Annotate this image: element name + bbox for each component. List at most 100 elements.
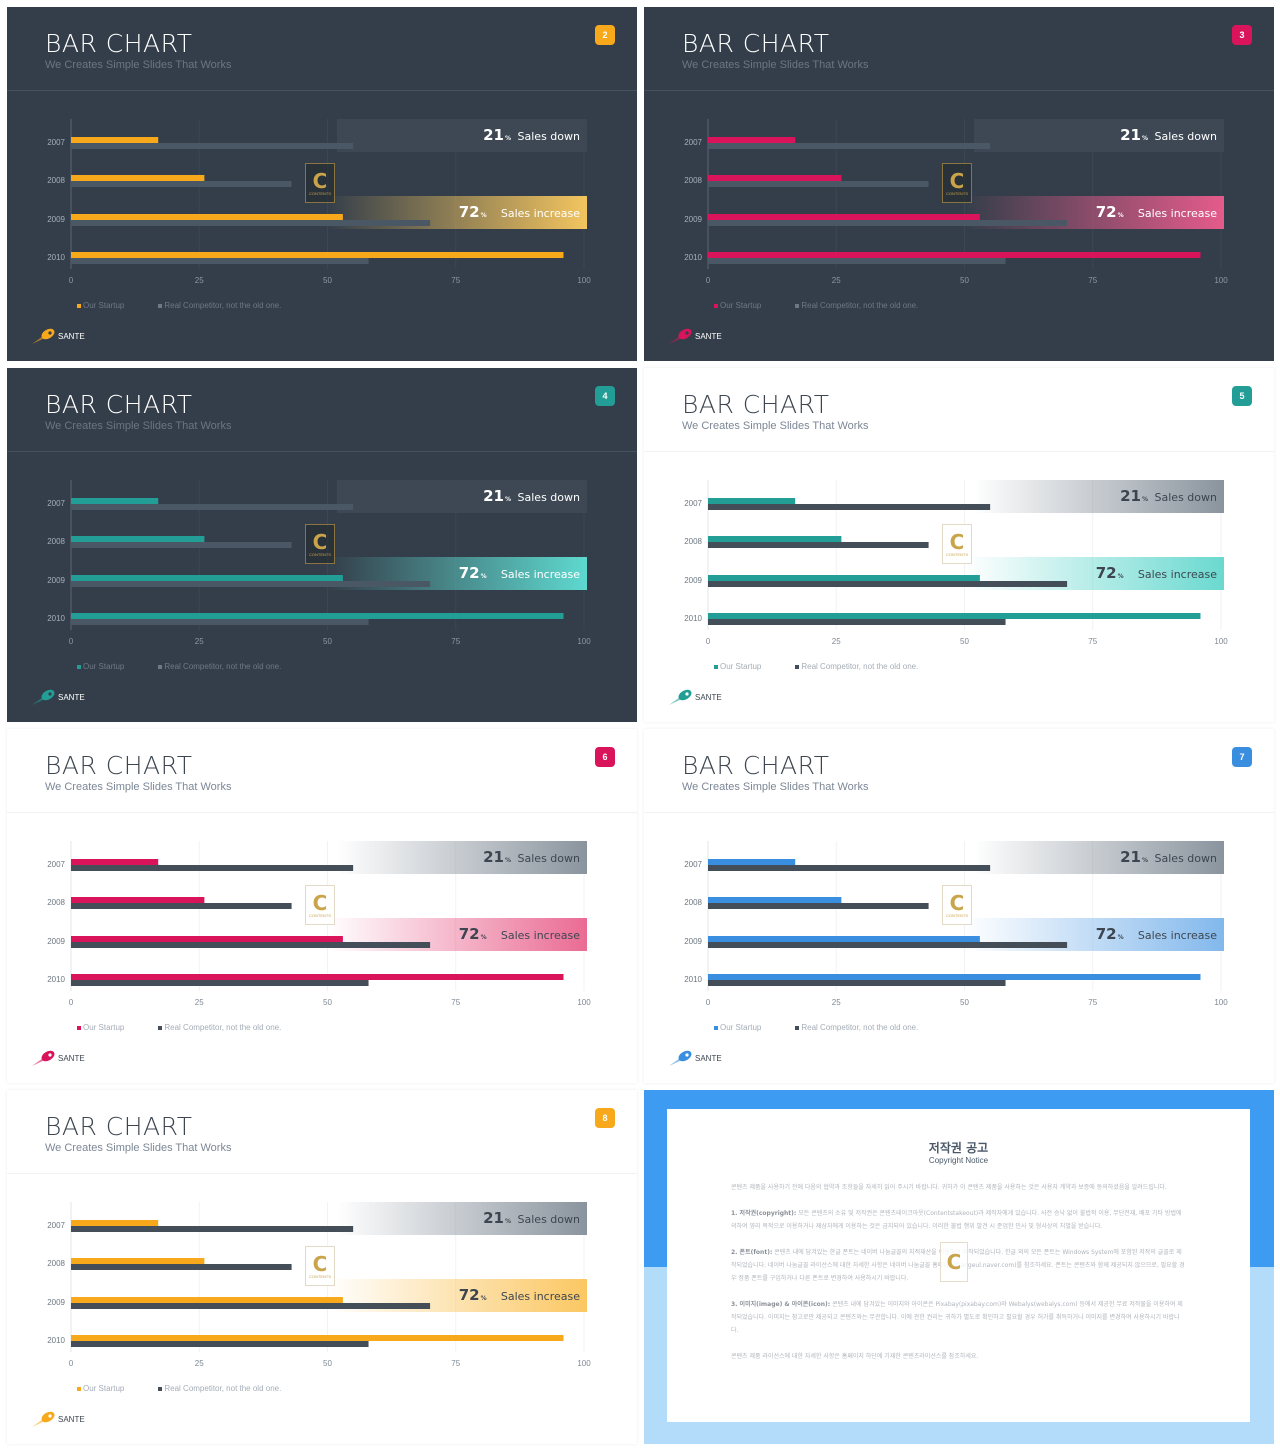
annotation-label: Sales down xyxy=(518,130,580,143)
annotation-unit: % xyxy=(505,135,511,142)
x-tick-label: 100 xyxy=(577,637,591,646)
legend-item: Real Competitor, not the old one. xyxy=(795,301,918,310)
watermark-logo: C CONTENTS xyxy=(942,163,972,203)
chart-legend: Our Startup Real Competitor, not the old … xyxy=(77,1384,281,1393)
bar-our-startup xyxy=(708,936,980,942)
copyright-subtitle: Copyright Notice xyxy=(928,1156,989,1165)
annotation-unit: % xyxy=(481,212,487,219)
legend-label: Our Startup xyxy=(83,301,125,310)
section-text: 모든 콘텐츠의 소유 및 저작권은 콘텐츠테이크아웃(Contentstakeo… xyxy=(731,1210,1182,1230)
y-category-label: 2009 xyxy=(47,576,65,585)
bar-our-startup xyxy=(71,897,205,903)
legend-swatch xyxy=(795,664,800,669)
y-category-label: 2007 xyxy=(684,499,702,508)
brand-logo: SANTE xyxy=(31,1049,85,1067)
annotation-value: 21 xyxy=(483,126,504,144)
bar-real-competitor xyxy=(708,980,1006,986)
x-tick-label: 0 xyxy=(706,637,711,646)
watermark-logo: C CONTENTS xyxy=(305,163,335,203)
bar-real-competitor xyxy=(71,258,369,264)
legend-label: Real Competitor, not the old one. xyxy=(164,1023,282,1032)
x-tick-label: 50 xyxy=(960,998,969,1007)
watermark-logo: C CONTENTS xyxy=(942,524,972,564)
legend-swatch xyxy=(77,664,81,669)
bar-real-competitor xyxy=(708,581,1068,587)
legend-item: Real Competitor, not the old one. xyxy=(158,662,281,671)
legend-swatch xyxy=(714,1025,718,1030)
chart-legend: Our Startup Real Competitor, not the old … xyxy=(77,662,281,671)
annotation-unit: % xyxy=(1142,857,1148,864)
annotation-unit: % xyxy=(1142,135,1148,142)
brand-name: SANTE xyxy=(58,692,85,702)
bar-real-competitor xyxy=(71,220,431,226)
y-category-label: 2008 xyxy=(684,176,702,185)
annotation-value: 72 xyxy=(459,925,480,943)
bar-real-competitor xyxy=(708,942,1068,948)
bar-real-competitor xyxy=(71,504,354,510)
bar-real-competitor xyxy=(71,542,292,548)
copyright-slide: 저작권 공고 Copyright Notice 콘텐츠 제품을 사용하기 전에 … xyxy=(644,1090,1274,1444)
bar-our-startup xyxy=(71,498,159,504)
y-category-label: 2010 xyxy=(684,975,702,984)
y-category-label: 2008 xyxy=(47,537,65,546)
watermark-text: CONTENTS xyxy=(309,551,331,557)
y-category-label: 2009 xyxy=(47,215,65,224)
legend-label: Real Competitor, not the old one. xyxy=(164,301,282,310)
bar-real-competitor xyxy=(708,865,991,871)
bar-our-startup xyxy=(71,1335,564,1341)
watermark-logo: C CONTENTS xyxy=(942,885,972,925)
brand-logo: SANTE xyxy=(668,327,722,345)
watermark-text: CONTENTS xyxy=(309,190,331,196)
x-tick-label: 25 xyxy=(832,998,841,1007)
annotation-label: Sales increase xyxy=(501,929,580,942)
slide: BAR CHART We Creates Simple Slides That W… xyxy=(7,729,637,1083)
legend-label: Real Competitor, not the old one. xyxy=(801,662,919,671)
annotation-unit: % xyxy=(1118,934,1124,941)
legend-label: Our Startup xyxy=(720,1023,762,1032)
copyright-section: 3. 이미지(image) & 아이콘(icon): 콘텐츠 내에 담겨있는 이… xyxy=(731,1298,1186,1337)
bar-our-startup xyxy=(708,137,796,143)
x-tick-label: 0 xyxy=(69,998,74,1007)
x-tick-label: 100 xyxy=(577,276,591,285)
legend-item: Real Competitor, not the old one. xyxy=(795,1023,918,1032)
bar-our-startup xyxy=(71,1220,159,1226)
annotation-value: 72 xyxy=(459,564,480,582)
section-head: 2. 폰트(font): xyxy=(731,1249,773,1256)
bar-our-startup xyxy=(708,974,1201,980)
watermark-logo: C CONTENTS xyxy=(305,1246,335,1286)
legend-label: Our Startup xyxy=(83,662,125,671)
annotation-label: Sales down xyxy=(1155,491,1217,504)
legend-swatch xyxy=(795,1025,800,1030)
copyright-card: 저작권 공고 Copyright Notice 콘텐츠 제품을 사용하기 전에 … xyxy=(667,1109,1250,1422)
annotation-unit: % xyxy=(481,573,487,580)
legend-label: Real Competitor, not the old one. xyxy=(164,1384,282,1393)
bar-real-competitor xyxy=(708,258,1006,264)
x-tick-label: 0 xyxy=(69,637,74,646)
annotation-value: 21 xyxy=(1120,487,1141,505)
y-category-label: 2010 xyxy=(47,253,65,262)
bar-real-competitor xyxy=(708,220,1068,226)
x-tick-label: 50 xyxy=(323,276,332,285)
rocket-icon xyxy=(32,1411,55,1427)
watermark-letter: C xyxy=(312,1251,328,1276)
bar-real-competitor xyxy=(71,1341,369,1347)
rocket-icon xyxy=(32,1050,55,1066)
bar-real-competitor xyxy=(71,1264,292,1270)
bar-our-startup xyxy=(71,175,205,181)
watermark-letter: C xyxy=(946,1250,962,1274)
watermark-logo: C xyxy=(940,1242,968,1282)
bar-our-startup xyxy=(71,137,159,143)
legend-swatch xyxy=(77,1386,81,1391)
bar-our-startup xyxy=(71,1258,205,1264)
annotation-label: Sales increase xyxy=(501,1290,580,1303)
x-tick-label: 0 xyxy=(69,1359,74,1368)
watermark-text: CONTENTS xyxy=(946,190,968,196)
bar-our-startup xyxy=(71,575,343,581)
bar-our-startup xyxy=(708,897,842,903)
legend-swatch xyxy=(77,1025,81,1030)
copyright-footer: 콘텐츠 제품 라이선스에 대한 자세한 사항은 홈페이지 하단에 기재한 콘텐츠… xyxy=(731,1353,979,1360)
x-tick-label: 0 xyxy=(706,998,711,1007)
watermark-logo: C CONTENTS xyxy=(305,524,335,564)
x-tick-label: 50 xyxy=(323,637,332,646)
watermark-letter: C xyxy=(949,890,965,915)
